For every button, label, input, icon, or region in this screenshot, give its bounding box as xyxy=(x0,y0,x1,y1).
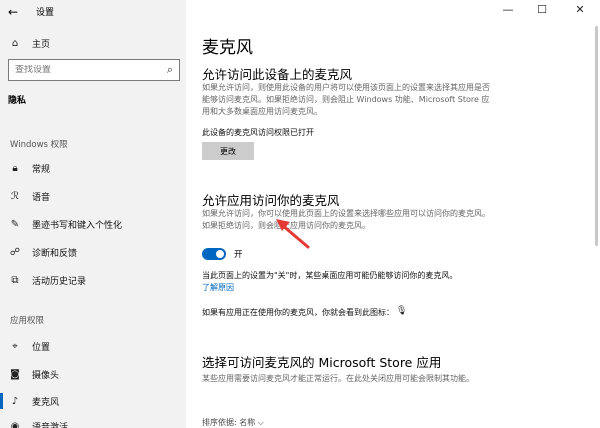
sidebar-item-label: 诊断和反馈 xyxy=(32,248,78,259)
desktop-apps-note: 当此页面上的设置为"关"时，某些桌面应用可能仍能够访问你的麦克风。 xyxy=(202,271,458,280)
sidebar-item-label: 摄像头 xyxy=(32,370,60,381)
active-indicator xyxy=(0,393,3,409)
change-button[interactable]: 更改 xyxy=(202,142,254,160)
annotation-arrow-icon xyxy=(276,219,310,249)
speech-icon: ℛ xyxy=(11,190,19,202)
sidebar-item-microphone[interactable]: ♪ 麦克风 xyxy=(8,392,183,410)
sidebar-item-inking[interactable]: ✎ 墨迹书写和键入个性化 xyxy=(8,215,183,233)
sidebar-item-activity-history[interactable]: ⧉ 活动历史记录 xyxy=(8,271,183,289)
sort-label: 排序依据: 名称 xyxy=(202,418,256,427)
back-arrow-icon[interactable]: ← xyxy=(8,4,24,20)
scrollbar[interactable] xyxy=(595,26,598,426)
toggle-state-label: 开 xyxy=(234,250,243,260)
sidebar-item-home[interactable]: ⌂ 主页 xyxy=(8,34,183,52)
windows-permissions-label: Windows 权限 xyxy=(10,140,68,150)
home-icon: ⌂ xyxy=(11,37,19,49)
search-input[interactable] xyxy=(15,65,155,75)
app-access-toggle[interactable] xyxy=(202,248,226,260)
sidebar-item-label: 麦克风 xyxy=(32,397,60,408)
sidebar-item-location[interactable]: ⌖ 位置 xyxy=(8,337,183,355)
search-box[interactable]: ⌕ xyxy=(8,59,180,81)
camera-icon: ◙ xyxy=(10,368,20,380)
page-title: 麦克风 xyxy=(202,38,253,58)
category-heading: 隐私 xyxy=(8,96,27,106)
app-title: 设置 xyxy=(36,8,55,18)
chevron-down-icon: ⌵ xyxy=(257,418,264,427)
sidebar-item-label: 位置 xyxy=(32,342,51,353)
section-device-access-heading: 允许访问此设备上的麦克风 xyxy=(202,67,353,82)
sidebar-item-camera[interactable]: ◙ 摄像头 xyxy=(8,365,183,383)
toggle-knob xyxy=(216,250,224,258)
section-device-access-desc: 如果允许访问，则使用此设备的用户将可以使用该页面上的设置来选择其应用是否能够访问… xyxy=(202,83,490,116)
section-app-access-heading: 允许应用访问你的麦克风 xyxy=(202,193,340,208)
section-store-apps-heading: 选择可访问麦克风的 Microsoft Store 应用 xyxy=(202,355,442,370)
sidebar-item-voice-activation[interactable]: ◉ 语音激活 xyxy=(8,417,183,428)
voice-activation-icon: ◉ xyxy=(10,420,20,428)
sidebar-item-speech[interactable]: ℛ 语音 xyxy=(8,187,183,205)
main-content: 麦克风 允许访问此设备上的麦克风 如果允许访问，则使用此设备的用户将可以使用该页… xyxy=(186,0,600,428)
section-app-access-desc: 如果允许访问，你可以使用此页面上的设置来选择哪些应用可以访问你的麦克风。如果拒绝… xyxy=(202,209,490,230)
search-icon[interactable]: ⌕ xyxy=(167,63,173,77)
history-icon: ⧉ xyxy=(11,274,19,286)
pen-icon: ✎ xyxy=(10,218,20,230)
sidebar-item-diagnostics[interactable]: ☍ 诊断和反馈 xyxy=(8,243,183,261)
location-icon: ⌖ xyxy=(12,340,18,352)
in-use-text: 如果有应用正在使用你的麦克风，你就会看到此图标： xyxy=(202,308,394,317)
microphone-icon: ♪ xyxy=(11,395,19,407)
sidebar-item-label: 常规 xyxy=(32,164,51,175)
diagnostics-icon: ☍ xyxy=(9,246,21,258)
sidebar-item-label: 主页 xyxy=(32,39,51,50)
sidebar-item-general[interactable]: 🔒︎ 常规 xyxy=(8,159,183,177)
scrollbar-thumb[interactable] xyxy=(595,26,598,246)
section-store-apps-desc: 某些应用需要访问麦克风才能正常运行。在此处关闭应用可能会限制其功能。 xyxy=(202,374,474,383)
sidebar-item-label: 语音激活 xyxy=(32,422,69,428)
microphone-in-use-icon: 🎙︎ xyxy=(396,306,408,316)
app-permissions-label: 应用权限 xyxy=(10,316,45,326)
device-access-status: 此设备的麦克风访问权限已打开 xyxy=(202,128,314,137)
learn-why-link[interactable]: 了解原因 xyxy=(202,282,234,293)
sort-dropdown[interactable]: 排序依据: 名称 ⌵ xyxy=(202,417,264,428)
sidebar-item-label: 活动历史记录 xyxy=(32,276,87,287)
sidebar-item-label: 语音 xyxy=(32,192,51,203)
lock-icon: 🔒︎ xyxy=(12,162,18,174)
sidebar-item-label: 墨迹书写和键入个性化 xyxy=(32,220,123,231)
